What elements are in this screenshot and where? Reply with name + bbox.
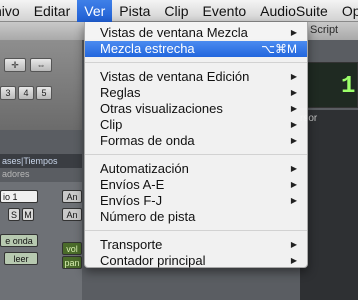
submenu-arrow-icon: ▶ <box>290 28 297 37</box>
pan-chip: pan <box>62 256 82 269</box>
edit-area <box>300 110 358 300</box>
menu-audiosuite[interactable]: AudioSuite <box>253 0 335 22</box>
analyze-button-2[interactable]: An <box>62 208 82 221</box>
menu-opciones[interactable]: Opc <box>335 0 358 22</box>
submenu-arrow-icon: ▶ <box>290 88 297 97</box>
solo-button[interactable]: S <box>8 208 20 221</box>
menu-item-contador-principal[interactable]: Contador principal ▶ <box>85 253 307 269</box>
script-label: Script <box>310 24 339 36</box>
menu-item-label: Clip <box>100 117 123 132</box>
menu-item-label: Otras visualizaciones <box>100 101 223 116</box>
counter-digit: 1 <box>341 73 356 100</box>
menu-item-label: Número de pista <box>100 209 196 224</box>
menu-pista[interactable]: Pista <box>112 0 157 22</box>
menu-item-label: Envíos F-J <box>100 193 163 208</box>
menu-item-label: Contador principal <box>100 253 206 268</box>
track-strip: io 1 S M An An e onda leer vol pan <box>0 182 82 300</box>
submenu-arrow-icon: ▶ <box>290 104 297 113</box>
submenu-arrow-icon: ▶ <box>290 180 297 189</box>
menu-ver[interactable]: Ver <box>77 0 113 22</box>
menu-item-envios-a-e[interactable]: Envíos A-E ▶ <box>85 177 307 193</box>
menu-item-label: Vistas de ventana Mezcla <box>100 25 248 40</box>
menu-item-reglas[interactable]: Reglas ▶ <box>85 85 307 101</box>
menu-separator <box>85 230 307 231</box>
mute-button[interactable]: M <box>22 208 34 221</box>
menu-item-label: Vistas de ventana Edición <box>100 69 250 84</box>
menu-editar[interactable]: Editar <box>27 0 78 22</box>
menu-item-mezcla-estrecha[interactable]: Mezcla estrecha ⌥⌘M <box>85 41 307 57</box>
menu-evento[interactable]: Evento <box>196 0 254 22</box>
menu-item-label: Reglas <box>100 85 141 100</box>
track-name[interactable]: io 1 <box>0 190 38 203</box>
submenu-arrow-icon: ▶ <box>290 196 297 205</box>
menu-item-otras-visualizaciones[interactable]: Otras visualizaciones ▶ <box>85 101 307 117</box>
trim-tool-icon[interactable]: ⇔ <box>30 58 52 72</box>
tool-button-4[interactable]: 4 <box>18 86 34 100</box>
menu-item-label: Mezcla estrecha <box>100 41 195 56</box>
menu-item-transporte[interactable]: Transporte ▶ <box>85 237 307 253</box>
waveform-selector[interactable]: e onda <box>0 234 38 247</box>
ver-menu-dropdown: Vistas de ventana Mezcla ▶ Mezcla estrec… <box>84 22 308 268</box>
menu-item-numero-de-pista[interactable]: Número de pista <box>85 209 307 225</box>
submenu-arrow-icon: ▶ <box>290 136 297 145</box>
menu-item-label: Envíos A-E <box>100 177 165 192</box>
analyze-button[interactable]: An <box>62 190 82 203</box>
main-counter: 1 <box>300 62 358 108</box>
tool-button-3[interactable]: 3 <box>0 86 16 100</box>
tool-panel: ✛ ⇔ 3 4 5 <box>0 40 82 130</box>
menu-item-clip[interactable]: Clip ▶ <box>85 117 307 133</box>
menu-separator <box>85 62 307 63</box>
volume-chip: vol <box>62 242 82 255</box>
menu-item-formas-de-onda[interactable]: Formas de onda ▶ <box>85 133 307 149</box>
submenu-arrow-icon: ▶ <box>290 256 297 265</box>
automation-mode[interactable]: leer <box>4 252 38 265</box>
menu-item-label: Formas de onda <box>100 133 195 148</box>
grabber-tool-icon[interactable]: ✛ <box>4 58 26 72</box>
submenu-arrow-icon: ▶ <box>290 72 297 81</box>
menu-item-label: Transporte <box>100 237 163 252</box>
menu-item-vistas-edicion[interactable]: Vistas de ventana Edición ▶ <box>85 69 307 85</box>
menu-item-label: Automatización <box>100 161 189 176</box>
mix-subheader: adores <box>2 169 30 179</box>
mix-header: ases|Tiempos <box>0 154 82 168</box>
submenu-arrow-icon: ▶ <box>290 164 297 173</box>
submenu-arrow-icon: ▶ <box>290 240 297 249</box>
menu-item-automatizacion[interactable]: Automatización ▶ <box>85 161 307 177</box>
menu-archivo[interactable]: hivo <box>0 0 27 22</box>
menu-bar: hivo Editar Ver Pista Clip Evento AudioS… <box>0 0 358 22</box>
menu-item-vistas-mezcla[interactable]: Vistas de ventana Mezcla ▶ <box>85 25 307 41</box>
menu-item-envios-f-j[interactable]: Envíos F-J ▶ <box>85 193 307 209</box>
submenu-arrow-icon: ▶ <box>290 120 297 129</box>
shortcut-label: ⌥⌘M <box>261 42 297 56</box>
menu-separator <box>85 154 307 155</box>
tool-button-5[interactable]: 5 <box>36 86 52 100</box>
menu-clip[interactable]: Clip <box>157 0 195 22</box>
